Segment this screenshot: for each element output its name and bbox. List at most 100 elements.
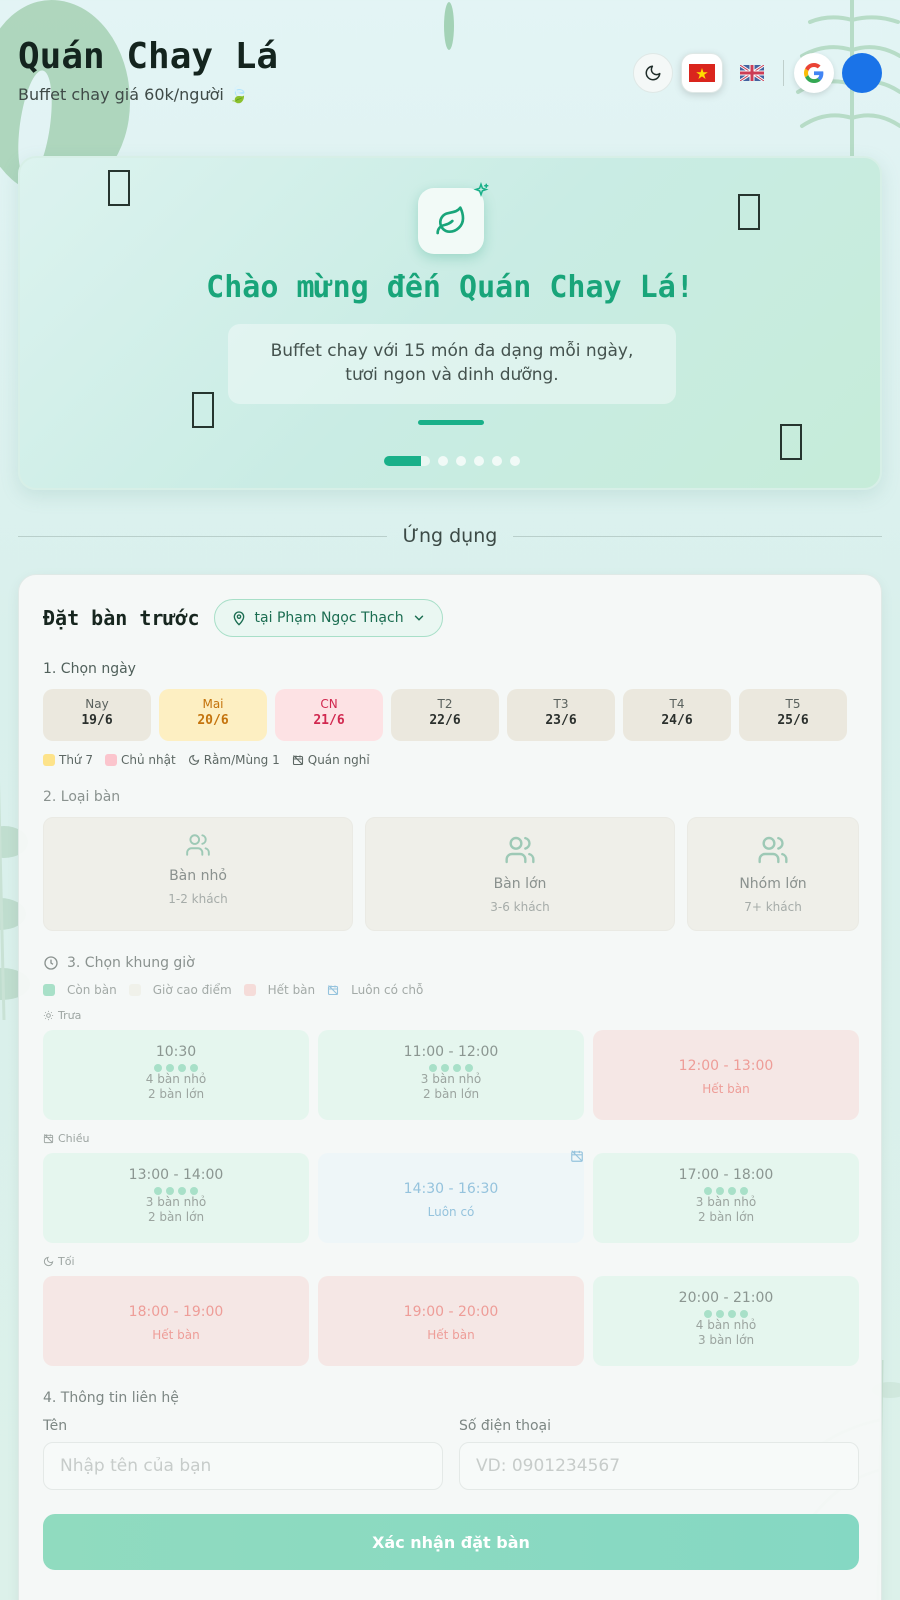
table-type-name: Bàn lớn bbox=[493, 876, 547, 892]
slot-large-tables: 2 bàn lớn bbox=[422, 1087, 480, 1101]
slot-time: 18:00 - 19:00 bbox=[128, 1304, 224, 1320]
day-option[interactable]: T3 23/6 bbox=[507, 689, 615, 741]
day-option[interactable]: Nay 19/6 bbox=[43, 689, 151, 741]
slot-large-tables: 2 bàn lớn bbox=[147, 1210, 205, 1224]
google-signin-button[interactable] bbox=[794, 53, 834, 93]
day-date: 24/6 bbox=[661, 713, 693, 728]
header-divider bbox=[783, 60, 784, 86]
table-type-name: Nhóm lớn bbox=[739, 876, 807, 892]
slot-small-tables: 4 bàn nhỏ bbox=[695, 1318, 757, 1332]
period-evening-text: Tối bbox=[58, 1255, 75, 1268]
slot-status: Hết bàn bbox=[427, 1328, 475, 1342]
time-slot-full: 18:00 - 19:00 Hết bàn bbox=[43, 1276, 309, 1366]
full-swatch bbox=[243, 984, 256, 996]
hero-carousel: Chào mừng đến Quán Chay Lá! Buffet chay … bbox=[18, 156, 882, 490]
slot-small-tables: 4 bàn nhỏ bbox=[145, 1072, 207, 1086]
decor-glyph-icon bbox=[192, 392, 214, 428]
time-slots-afternoon: 13:00 - 14:00 3 bàn nhỏ 2 bàn lớn 14:30 … bbox=[43, 1150, 859, 1243]
time-slot[interactable]: 20:00 - 21:00 4 bàn nhỏ 3 bàn lớn bbox=[593, 1276, 859, 1366]
carousel-dot[interactable] bbox=[438, 456, 448, 466]
day-option[interactable]: T5 25/6 bbox=[739, 689, 847, 741]
section-label: Ứng dụng bbox=[402, 525, 498, 547]
language-en-button[interactable] bbox=[731, 53, 773, 93]
legend-full: Hết bàn bbox=[267, 983, 316, 997]
slot-small-tables: 3 bàn nhỏ bbox=[420, 1072, 482, 1086]
slot-availability-dots bbox=[318, 1064, 584, 1072]
sunset-icon bbox=[43, 1134, 54, 1144]
time-slot-full: 19:00 - 20:00 Hết bàn bbox=[318, 1276, 584, 1366]
slot-time: 19:00 - 20:00 bbox=[403, 1304, 499, 1320]
calendar-off-icon bbox=[292, 755, 303, 766]
location-select[interactable]: tại Phạm Ngọc Thạch bbox=[213, 599, 443, 637]
slot-availability-dots bbox=[43, 1064, 309, 1072]
time-slot[interactable]: 10:30 4 bàn nhỏ 2 bàn lớn bbox=[43, 1030, 309, 1120]
day-name: T4 bbox=[669, 697, 685, 711]
step-2-label: 2. Loại bàn bbox=[43, 789, 121, 805]
users-icon bbox=[186, 834, 210, 856]
language-vi-button[interactable] bbox=[681, 53, 723, 93]
carousel-dot-active[interactable] bbox=[384, 456, 430, 466]
day-option[interactable]: Mai 20/6 bbox=[159, 689, 267, 741]
slot-time: 11:00 - 12:00 bbox=[403, 1044, 499, 1060]
uk-flag-icon bbox=[740, 65, 764, 81]
slot-status: Hết bàn bbox=[152, 1328, 200, 1342]
phone-input[interactable] bbox=[459, 1442, 859, 1490]
confirm-booking-button[interactable]: Xác nhận đặt bàn bbox=[43, 1514, 859, 1570]
chevron-down-icon bbox=[414, 615, 423, 621]
day-option[interactable]: T4 24/6 bbox=[623, 689, 731, 741]
day-name: CN bbox=[320, 697, 338, 711]
calendar-icon bbox=[571, 1150, 583, 1162]
sparkle-icon bbox=[473, 182, 489, 198]
table-type-picker: Bàn nhỏ 1-2 khách Bàn lớn 3-6 khách Nhóm… bbox=[43, 817, 859, 931]
slot-large-tables: 2 bàn lớn bbox=[147, 1087, 205, 1101]
carousel-dot[interactable] bbox=[474, 456, 484, 466]
slot-large-tables: 2 bàn lớn bbox=[697, 1210, 755, 1224]
name-input[interactable] bbox=[43, 1442, 443, 1490]
legend-sunday: Chủ nhật bbox=[121, 753, 176, 767]
legend-available: Còn bàn bbox=[67, 983, 117, 997]
hero-title: Chào mừng đến Quán Chay Lá! bbox=[206, 270, 694, 305]
booking-title: Đặt bàn trước bbox=[43, 606, 200, 630]
day-name: Mai bbox=[202, 697, 224, 711]
carousel-dots bbox=[384, 456, 520, 466]
table-type-option[interactable]: Nhóm lớn 7+ khách bbox=[687, 817, 859, 931]
carousel-dot[interactable] bbox=[456, 456, 466, 466]
day-option[interactable]: T2 22/6 bbox=[391, 689, 499, 741]
table-type-option[interactable]: Bàn nhỏ 1-2 khách bbox=[43, 817, 353, 931]
slot-small-tables: 3 bàn nhỏ bbox=[145, 1195, 207, 1209]
day-option[interactable]: CN 21/6 bbox=[275, 689, 383, 741]
day-date: 25/6 bbox=[777, 713, 809, 728]
carousel-dot[interactable] bbox=[510, 456, 520, 466]
slot-availability-dots bbox=[593, 1187, 859, 1195]
period-evening-label: Tối bbox=[43, 1255, 859, 1268]
carousel-dot[interactable] bbox=[492, 456, 502, 466]
peak-swatch bbox=[128, 984, 141, 996]
time-slot[interactable]: 17:00 - 18:00 3 bàn nhỏ 2 bàn lớn bbox=[593, 1153, 859, 1243]
time-slots-lunch: 10:30 4 bàn nhỏ 2 bàn lớn 11:00 - 12:00 … bbox=[43, 1030, 859, 1120]
time-slot[interactable]: 11:00 - 12:00 3 bàn nhỏ 2 bàn lớn bbox=[318, 1030, 584, 1120]
time-slot[interactable]: 13:00 - 14:00 3 bàn nhỏ 2 bàn lớn bbox=[43, 1153, 309, 1243]
moon-icon bbox=[645, 65, 661, 81]
legend-saturday: Thứ 7 bbox=[59, 753, 93, 767]
slot-legend: Còn bàn Giờ cao điểm Hết bàn Luôn có chỗ bbox=[43, 983, 859, 997]
slot-time: 20:00 - 21:00 bbox=[678, 1290, 774, 1306]
table-type-option[interactable]: Bàn lớn 3-6 khách bbox=[365, 817, 675, 931]
section-divider: Ứng dụng bbox=[18, 525, 882, 547]
period-lunch-label: Trưa bbox=[43, 1009, 859, 1022]
day-date: 23/6 bbox=[545, 713, 577, 728]
hero-description: Buffet chay với 15 món đa dạng mỗi ngày,… bbox=[228, 324, 676, 404]
clock-icon bbox=[44, 956, 58, 970]
header-actions bbox=[633, 53, 882, 93]
time-slot-always[interactable]: 14:30 - 16:30 Luôn có bbox=[318, 1150, 584, 1243]
table-type-capacity: 7+ khách bbox=[744, 900, 802, 914]
avatar[interactable] bbox=[842, 53, 882, 93]
location-label: tại Phạm Ngọc Thạch bbox=[254, 610, 404, 626]
table-type-capacity: 3-6 khách bbox=[490, 900, 550, 914]
vietnam-flag-icon bbox=[689, 64, 715, 82]
theme-toggle-button[interactable] bbox=[633, 53, 673, 93]
slot-time: 13:00 - 14:00 bbox=[128, 1167, 224, 1183]
phone-label: Số điện thoại bbox=[459, 1418, 552, 1434]
users-icon bbox=[758, 836, 788, 864]
decor-glyph-icon bbox=[738, 194, 760, 230]
step-1-label: 1. Chọn ngày bbox=[43, 661, 136, 677]
